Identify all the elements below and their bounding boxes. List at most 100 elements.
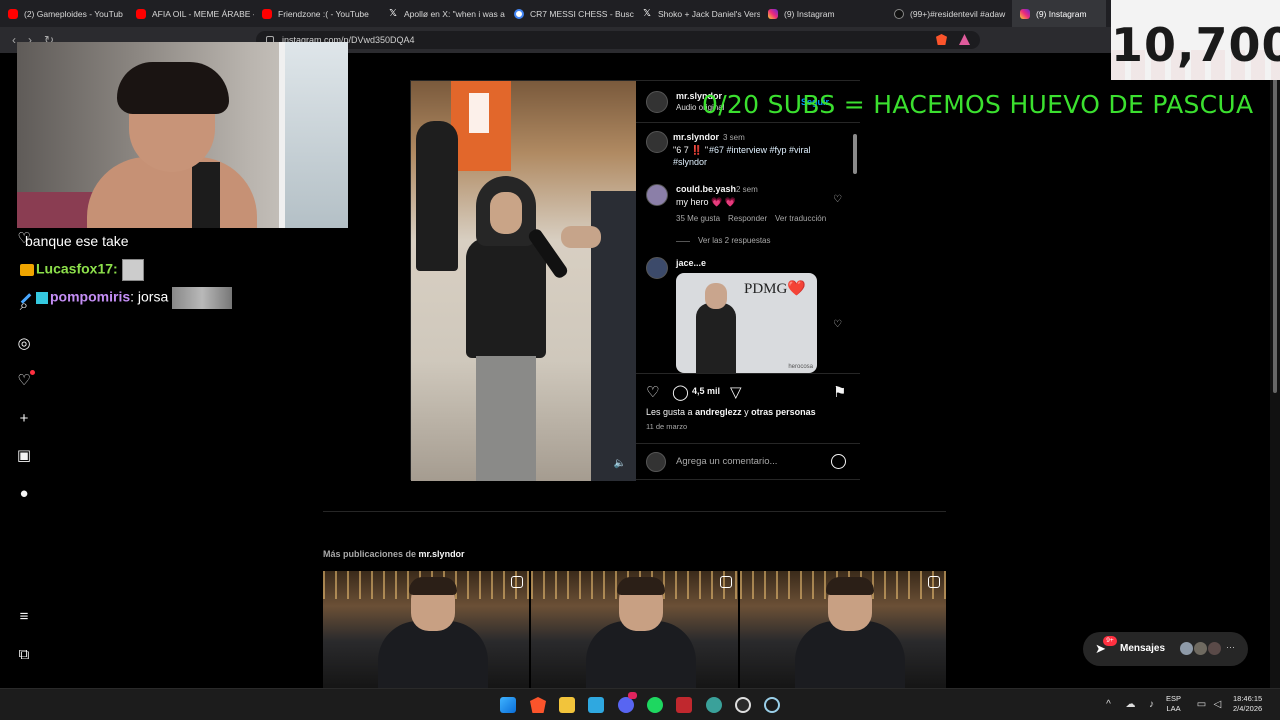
- tray-chevron-icon[interactable]: ^: [1103, 699, 1114, 710]
- instagram-icon: [1020, 8, 1030, 19]
- thumb-jacket: [378, 621, 488, 688]
- tab-gameploides[interactable]: (2) Gameploides - YouTub: [0, 0, 128, 27]
- post-thumbnail[interactable]: [323, 571, 530, 688]
- comment-icon[interactable]: ◯: [672, 383, 689, 401]
- tab-instagram-active[interactable]: (9) Instagram: [1012, 0, 1106, 27]
- comment-avatar-2[interactable]: [646, 257, 668, 279]
- store-logo: [469, 93, 489, 133]
- more-apps-icon[interactable]: ⧉: [16, 647, 32, 663]
- more-icon: ···: [1226, 642, 1235, 652]
- language-indicator[interactable]: ESP LAA: [1166, 694, 1181, 714]
- menu-icon[interactable]: ≡: [16, 609, 32, 625]
- mod-badge-icon: [36, 292, 48, 304]
- brave-rewards-icon[interactable]: [959, 34, 970, 45]
- author-avatar[interactable]: [646, 91, 668, 113]
- volume-tray-icon[interactable]: ◁: [1212, 699, 1223, 710]
- view-replies-button[interactable]: Ver las 2 respuestas: [698, 236, 770, 245]
- tab-tiktok[interactable]: (99+)#residentevil #adaw: [886, 0, 1012, 27]
- globe-app-icon[interactable]: [706, 697, 722, 713]
- address-bar-icons: [936, 34, 970, 45]
- page-scrollbar[interactable]: [1270, 53, 1280, 688]
- comments-scroll-thumb[interactable]: [853, 134, 857, 174]
- emote-icon: [121, 259, 144, 281]
- avatar: [1193, 641, 1208, 656]
- tiktok-icon: [894, 8, 904, 19]
- tab-instagram-1[interactable]: (9) Instagram: [760, 0, 886, 27]
- subs-counter: 10,700: [1111, 0, 1280, 80]
- reply-button[interactable]: Responder: [728, 214, 767, 223]
- microphone-icon[interactable]: ♪: [1146, 699, 1157, 710]
- profile-avatar-icon[interactable]: ●: [16, 486, 32, 502]
- likes-summary[interactable]: Les gusta a andreglezz y otras personas: [646, 407, 816, 417]
- caption-avatar[interactable]: [646, 131, 668, 153]
- emoji-icon[interactable]: [831, 454, 846, 469]
- likes-user[interactable]: andreglezz: [695, 407, 742, 417]
- instagram-icon: [768, 8, 778, 19]
- more-posts-user[interactable]: mr.slyndor: [419, 549, 465, 559]
- app-icon[interactable]: [676, 697, 692, 713]
- youtube-icon: [136, 8, 146, 19]
- comment-text: my hero 💗 💗: [676, 197, 736, 207]
- comments-list: mr.slyndor 3 sem "6 7 ‼️ " #67 #intervie…: [636, 123, 860, 373]
- post-video[interactable]: 🔈: [411, 81, 636, 481]
- create-icon[interactable]: +: [16, 411, 32, 427]
- notifications-icon[interactable]: ♡: [16, 370, 35, 389]
- obs-icon[interactable]: [735, 697, 751, 713]
- sword-badge-icon: [20, 292, 32, 304]
- comment-like-icon[interactable]: ♡: [833, 194, 842, 205]
- messages-button[interactable]: ➤ 9+ Mensajes ···: [1083, 632, 1248, 666]
- clock[interactable]: 18:46:15 2/4/2026: [1233, 694, 1262, 714]
- share-icon[interactable]: ▽: [730, 383, 742, 401]
- caption-age: 3 sem: [723, 133, 745, 142]
- comments-scrollbar[interactable]: [852, 126, 858, 371]
- section-divider: [323, 511, 946, 512]
- bing-icon[interactable]: [588, 697, 604, 713]
- comment-gif: PDMG❤️ herocosa: [676, 273, 817, 373]
- avatar: [1179, 641, 1194, 656]
- tab-afia-oil[interactable]: AFIA OIL - MEME ÁRABE -: [128, 0, 254, 27]
- chat-username: Lucasfox17: [36, 260, 114, 277]
- comment-username-2[interactable]: jace...e: [676, 258, 706, 268]
- url-field[interactable]: instagram.com/p/DVwd350DQA4: [256, 31, 980, 49]
- post-thumbnail[interactable]: [739, 571, 946, 688]
- tab-apollo-x[interactable]: 𝕏 Apollø en X: "when i was a: [380, 0, 506, 27]
- comment-input[interactable]: Agrega un comentario...: [676, 456, 777, 467]
- comment-avatar[interactable]: [646, 184, 668, 206]
- brave-shield-icon[interactable]: [936, 34, 947, 45]
- tab-cr7-messi[interactable]: CR7 MESSI CHESS - Buscar: [506, 0, 634, 27]
- own-avatar: [646, 452, 666, 472]
- network-icon[interactable]: ▭: [1196, 699, 1207, 710]
- translate-button[interactable]: Ver traducción: [775, 214, 826, 223]
- post-date: 11 de marzo: [646, 422, 688, 431]
- page-scroll-thumb[interactable]: [1273, 63, 1277, 393]
- file-explorer-icon[interactable]: [559, 697, 575, 713]
- subs-goal-text: 0/20 SUBS = HACEMOS HUEVO DE PASCUA: [702, 90, 1254, 119]
- start-icon[interactable]: [500, 697, 516, 713]
- comment-like-icon-2[interactable]: ♡: [833, 319, 842, 330]
- volume-icon[interactable]: 🔈: [614, 458, 626, 469]
- discord-icon[interactable]: [618, 697, 634, 713]
- room-window: [279, 42, 348, 228]
- caption-hashtags[interactable]: #67 #interview #fyp #viral #slyndor: [673, 144, 823, 168]
- post-thumbnail[interactable]: [531, 571, 738, 688]
- ccleaner-icon[interactable]: [764, 697, 780, 713]
- subs-count: 10,700: [1111, 18, 1280, 72]
- brave-icon[interactable]: [530, 697, 546, 713]
- back-icon[interactable]: ‹: [12, 33, 16, 47]
- caption-username[interactable]: mr.slyndor: [673, 132, 719, 142]
- spotify-icon[interactable]: [647, 697, 663, 713]
- notification-dot: [30, 370, 35, 375]
- likes-others[interactable]: otras personas: [751, 407, 816, 417]
- explore-icon[interactable]: ◎: [16, 336, 32, 352]
- comment-likes[interactable]: 35 Me gusta: [676, 214, 720, 223]
- comment-username[interactable]: could.be.yash: [676, 184, 736, 194]
- tray-app-icon[interactable]: ☁: [1125, 699, 1136, 710]
- chat-message: Lucasfox17:: [20, 259, 144, 281]
- dashboard-icon[interactable]: ▣: [16, 448, 32, 464]
- save-icon[interactable]: ⚑: [833, 383, 846, 401]
- tab-friendzone[interactable]: Friendzone :( - YouTube: [254, 0, 380, 27]
- like-icon[interactable]: ♡: [646, 383, 659, 401]
- sub-badge-icon: [20, 264, 34, 276]
- tab-shoko[interactable]: 𝕏 Shoko + Jack Daniel's Vers: [634, 0, 760, 27]
- avatar: [1207, 641, 1222, 656]
